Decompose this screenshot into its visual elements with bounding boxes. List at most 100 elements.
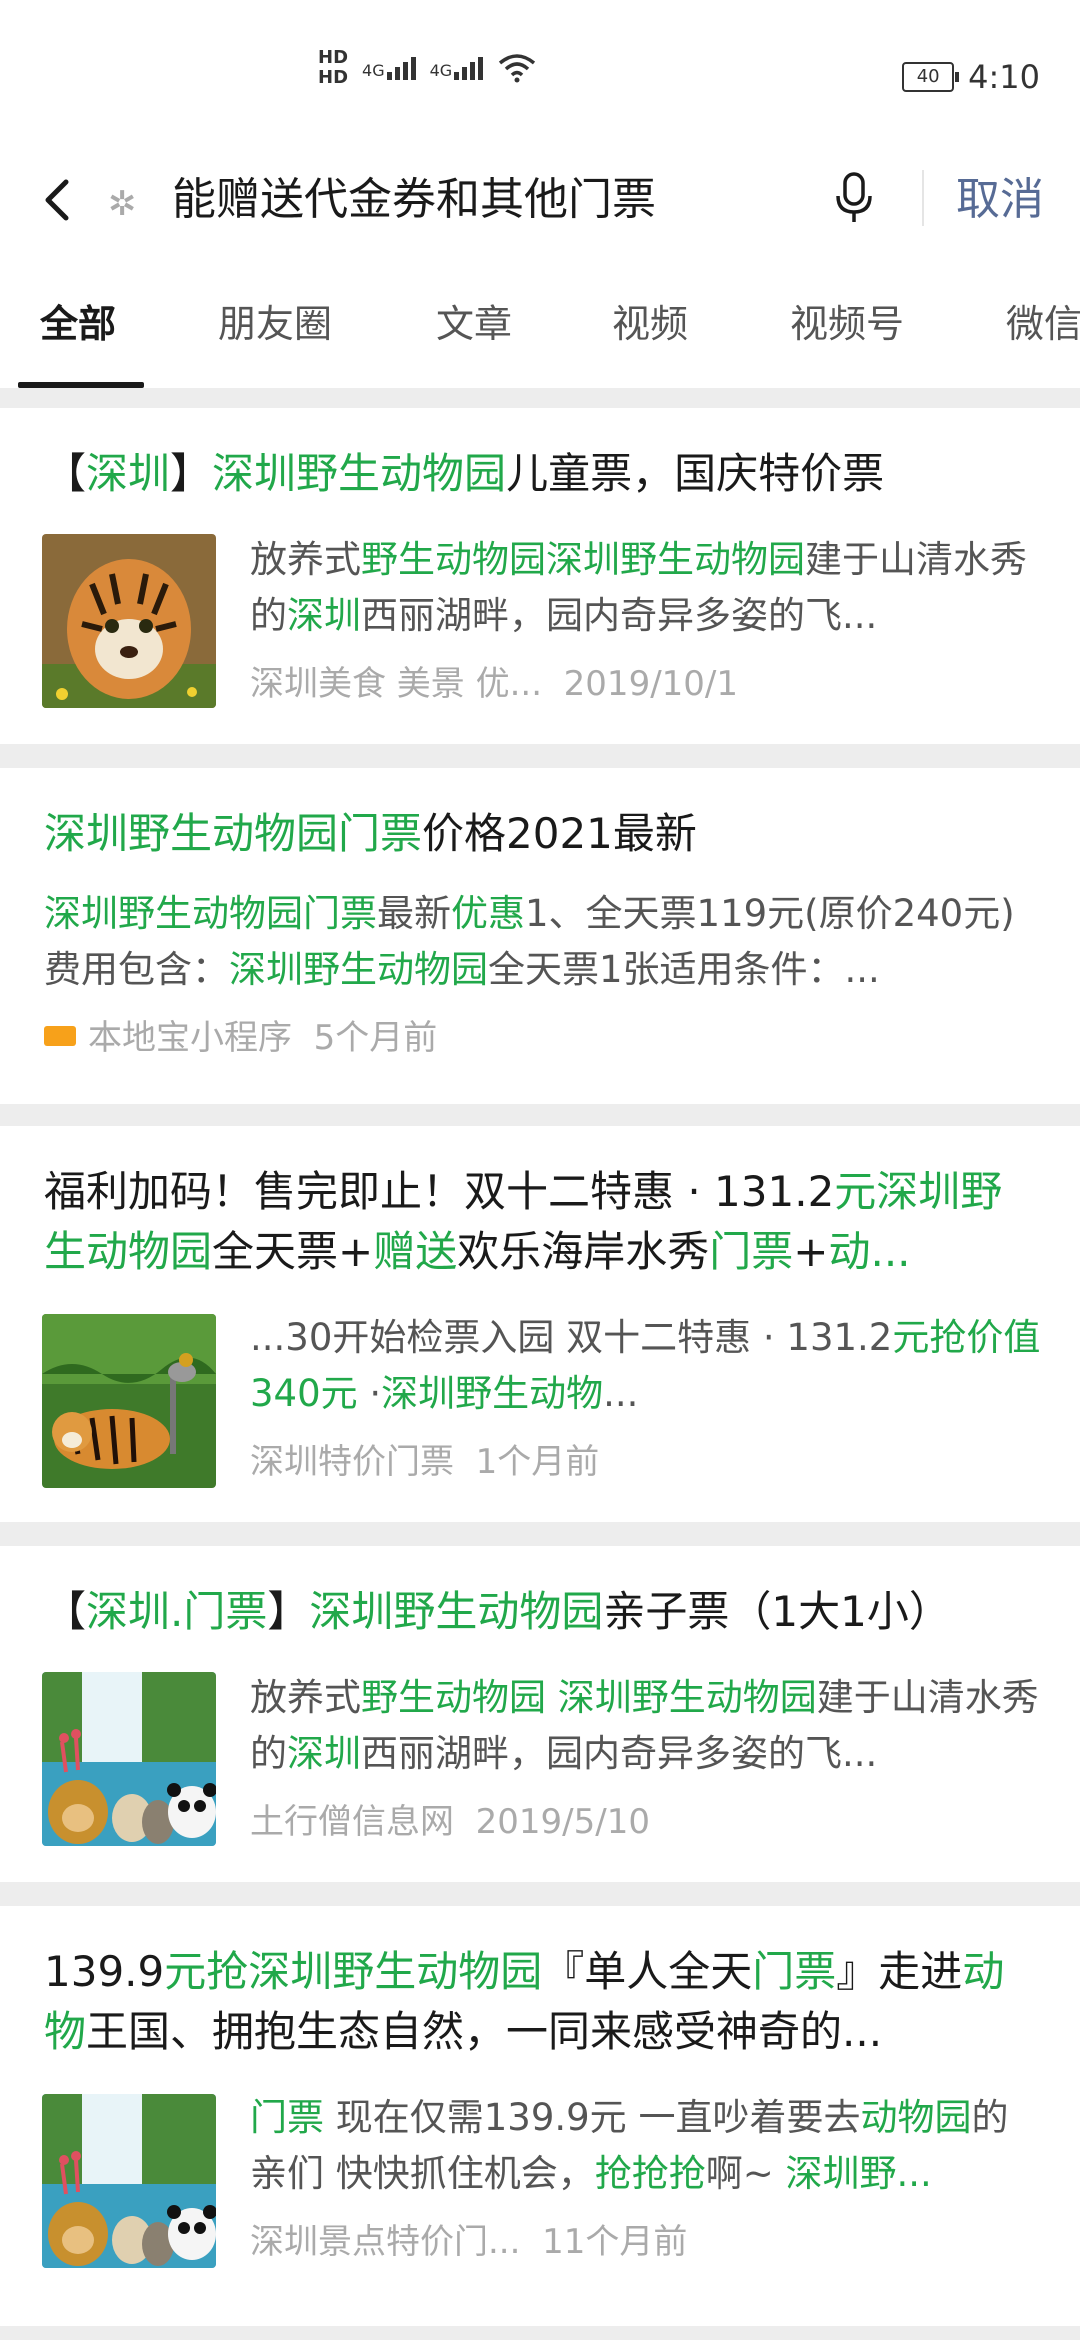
result-thumbnail <box>42 1672 216 1846</box>
highlighted-keyword: 深圳 <box>86 449 171 498</box>
text-segment: 欢乐海岸水秀 <box>457 1227 710 1276</box>
text-segment: 最新 <box>377 892 451 935</box>
result-description: 深圳野生动物园门票最新优惠1、全天票119元(原价240元)费用包含：深圳野生动… <box>44 886 1044 998</box>
text-segment: 西丽湖畔，园内奇异多姿的飞... <box>361 594 878 637</box>
highlighted-keyword: 深圳野生动物园 <box>212 449 507 498</box>
tab-videos[interactable]: 视频 <box>612 296 688 352</box>
battery-icon: 40 <box>902 62 960 92</box>
result-title[interactable]: 深圳野生动物园门票价格2021最新 <box>44 804 1044 864</box>
result-description: 放养式野生动物园深圳野生动物园建于山清水秀的深圳西丽湖畔，园内奇异多姿的飞... <box>250 532 1044 644</box>
result-source[interactable]: 土行僧信息网 <box>250 1802 454 1842</box>
text-segment: 儿童票，国庆特价票 <box>506 449 885 498</box>
microphone-icon[interactable] <box>832 168 876 228</box>
highlighted-keyword: 动物园 <box>860 2096 972 2139</box>
highlighted-keyword: 深圳.门票 <box>86 1587 268 1636</box>
network-type-1: 4G <box>362 60 385 80</box>
result-description: 放养式野生动物园 深圳野生动物园建于山清水秀的深圳西丽湖畔，园内奇异多姿的飞..… <box>250 1670 1044 1782</box>
highlighted-keyword: 野生动物园深圳野生动物园 <box>361 538 805 581</box>
result-thumbnail <box>42 1314 216 1488</box>
text-segment: 】 <box>267 1587 310 1636</box>
status-bar: HD HD 4G 4G 40 4:10 <box>0 0 1080 140</box>
highlighted-keyword: 深圳野生动物园门票 <box>44 892 377 935</box>
text-segment: 亲子票（1大1小） <box>603 1587 951 1636</box>
highlighted-keyword: 深圳野生动物园 <box>309 1587 604 1636</box>
filter-tabs: 全部 朋友圈 文章 视频 视频号 微信 <box>0 260 1080 388</box>
highlighted-keyword: 赠送 <box>373 1227 458 1276</box>
text-segment: 全天票+ <box>212 1227 374 1276</box>
text-segment: 王国、拥抱生态自然，一同来感受神奇的... <box>86 2007 883 2056</box>
result-source[interactable]: 深圳景点特价门... <box>250 2222 520 2262</box>
search-spark-icon: ✲ <box>108 184 137 224</box>
result-source[interactable]: 深圳特价门票 <box>250 1442 454 1482</box>
highlighted-keyword: 门票 <box>709 1227 794 1276</box>
status-right: 40 4:10 <box>902 58 1040 96</box>
text-segment: 】 <box>170 449 213 498</box>
result-card[interactable]: 【深圳】深圳野生动物园儿童票，国庆特价票 放养式野生动物园深圳野生动物园建于山清… <box>0 408 1080 744</box>
result-card[interactable]: 139.9元抢深圳野生动物园『单人全天门票』走进动物王国、拥抱生态自然，一同来感… <box>0 1906 1080 2326</box>
highlighted-keyword: 优惠 <box>451 892 525 935</box>
text-segment: ...30开始检票入园 双十二特惠 · 131.2 <box>250 1316 893 1359</box>
text-segment: · <box>357 1372 382 1415</box>
highlighted-keyword: 门票 <box>752 1947 837 1996</box>
cell-signal-2-icon: 4G <box>429 56 484 80</box>
text-segment: 价格2021最新 <box>422 809 697 858</box>
result-time: 2019/5/10 <box>475 1802 650 1842</box>
highlighted-keyword: 抢抢抢 <box>594 2152 706 2195</box>
result-description: 门票 现在仅需139.9元 一直吵着要去动物园的亲们 快快抓住机会，抢抢抢啊~ … <box>250 2090 1044 2202</box>
tab-wechat[interactable]: 微信 <box>1006 296 1080 352</box>
search-input[interactable]: 能赠送代金券和其他门票 <box>172 170 656 230</box>
text-segment: 福利加码！售完即止！双十二特惠 · 131.2 <box>44 1167 835 1216</box>
text-segment: 现在仅需139.9元 一直吵着要去 <box>324 2096 861 2139</box>
result-title[interactable]: 福利加码！售完即止！双十二特惠 · 131.2元深圳野生动物园全天票+赠送欢乐海… <box>44 1162 1044 1282</box>
clock: 4:10 <box>968 58 1040 96</box>
result-title[interactable]: 【深圳】深圳野生动物园儿童票，国庆特价票 <box>44 444 1044 504</box>
result-thumbnail <box>42 2094 216 2268</box>
highlighted-keyword: 门票 <box>250 2096 324 2139</box>
result-card[interactable]: 深圳野生动物园门票价格2021最新 深圳野生动物园门票最新优惠1、全天票119元… <box>0 768 1080 1104</box>
active-tab-indicator <box>18 382 144 388</box>
highlighted-keyword: 深圳野生动物 <box>381 1372 604 1415</box>
text-segment: 【 <box>44 1587 87 1636</box>
result-title[interactable]: 【深圳.门票】深圳野生动物园亲子票（1大1小） <box>44 1582 1044 1642</box>
text-segment: 『单人全天 <box>542 1947 753 1996</box>
result-time: 1个月前 <box>475 1442 600 1482</box>
result-card[interactable]: 福利加码！售完即止！双十二特惠 · 131.2元深圳野生动物园全天票+赠送欢乐海… <box>0 1126 1080 1522</box>
text-segment: 全天票1张适用条件：... <box>488 948 880 991</box>
back-arrow-icon[interactable] <box>36 170 80 230</box>
result-meta: 本地宝小程序 5个月前 <box>44 1014 437 1062</box>
result-card[interactable]: 【深圳.门票】深圳野生动物园亲子票（1大1小） 放养式野生动物园 深圳野生动物园… <box>0 1546 1080 1882</box>
text-segment: 放养式 <box>250 538 361 581</box>
highlighted-keyword: 深圳 <box>287 1732 361 1775</box>
cell-signal-1-icon: 4G <box>362 56 416 80</box>
tab-moments[interactable]: 朋友圈 <box>218 296 332 352</box>
text-segment: 放养式 <box>250 1676 361 1719</box>
battery-level: 40 <box>916 66 940 87</box>
result-thumbnail <box>42 534 216 708</box>
result-time: 2019/10/1 <box>563 664 739 704</box>
source-logo-icon <box>44 1025 76 1046</box>
text-segment: + <box>793 1227 829 1276</box>
result-description: ...30开始检票入园 双十二特惠 · 131.2元抢价值340元 ·深圳野生动… <box>250 1310 1044 1422</box>
highlighted-keyword: 深圳 <box>287 594 361 637</box>
highlighted-keyword: 深圳野生动物园门票 <box>44 809 423 858</box>
text-segment: 』走进 <box>836 1947 963 1996</box>
wifi-icon <box>499 54 536 83</box>
tab-articles[interactable]: 文章 <box>436 296 512 352</box>
result-meta: 深圳景点特价门... 11个月前 <box>250 2218 687 2266</box>
network-type-2: 4G <box>429 60 453 80</box>
result-meta: 土行僧信息网 2019/5/10 <box>250 1798 650 1846</box>
result-title[interactable]: 139.9元抢深圳野生动物园『单人全天门票』走进动物王国、拥抱生态自然，一同来感… <box>44 1942 1044 2062</box>
text-segment: 啊~ <box>705 2152 786 2195</box>
highlighted-keyword: 野生动物园 深圳野生动物园 <box>361 1676 817 1719</box>
result-meta: 深圳美食 美景 优... 2019/10/1 <box>250 660 738 708</box>
result-time: 11个月前 <box>542 2222 688 2262</box>
tab-channels[interactable]: 视频号 <box>790 296 904 352</box>
text-segment: 139.9 <box>44 1947 165 1996</box>
header-divider <box>922 170 924 226</box>
hd-label-1: HD <box>318 47 349 68</box>
tab-all[interactable]: 全部 <box>40 296 116 352</box>
cancel-button[interactable]: 取消 <box>956 170 1044 230</box>
result-source[interactable]: 深圳美食 美景 优... <box>250 664 542 704</box>
result-source[interactable]: 本地宝小程序 <box>88 1018 292 1058</box>
text-segment: 【 <box>44 449 87 498</box>
